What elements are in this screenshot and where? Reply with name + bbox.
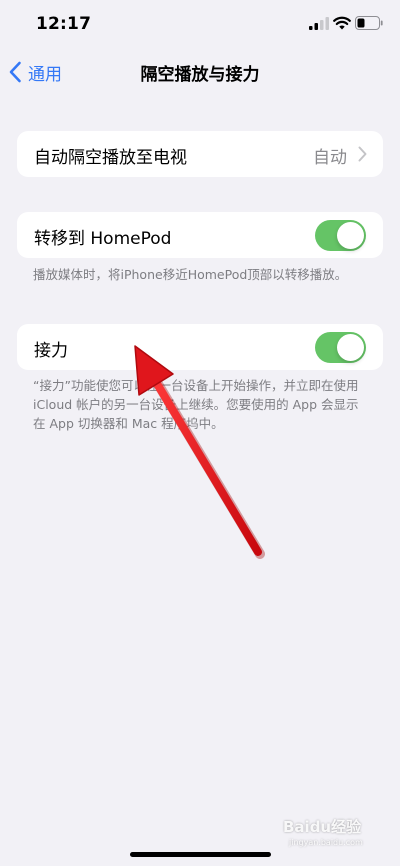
handoff-toggle[interactable] xyxy=(315,332,366,363)
airplay-tv-label: 自动隔空播放至电视 xyxy=(34,148,187,168)
handoff-label: 接力 xyxy=(34,341,68,361)
page-title: 隔空播放与接力 xyxy=(140,65,260,85)
wifi-icon xyxy=(333,16,351,30)
airplay-tv-value: 自动 xyxy=(313,148,347,168)
homepod-toggle[interactable] xyxy=(315,220,366,251)
watermark-subtext: jingyan.baidu.com xyxy=(289,838,363,847)
homepod-row: 转移到 HomePod xyxy=(17,212,383,258)
watermark-text: Baidu经验 xyxy=(283,818,362,836)
toggle-knob xyxy=(337,334,364,361)
status-bar: 12:17 xyxy=(0,0,400,50)
navigation-bar: 通用 隔空播放与接力 xyxy=(0,50,400,94)
handoff-row: 接力 xyxy=(17,324,383,370)
homepod-footnote: 播放媒体时，将iPhone移近HomePod顶部以转移播放。 xyxy=(33,267,348,282)
status-time: 12:17 xyxy=(36,14,92,34)
cellular-signal-icon xyxy=(309,17,329,30)
airplay-tv-row[interactable]: 自动隔空播放至电视 自动 xyxy=(17,131,383,177)
battery-icon xyxy=(355,16,383,30)
handoff-footnote: “接力”功能使您可以在一台设备上开始操作，并立即在使用 iCloud 帐户的另一… xyxy=(33,378,359,431)
homepod-label: 转移到 HomePod xyxy=(34,229,172,249)
toggle-knob xyxy=(337,222,364,249)
home-indicator xyxy=(130,852,271,857)
watermark: Baidu经验 jingyan.baidu.com xyxy=(283,816,388,852)
chevron-right-icon xyxy=(358,146,367,162)
annotation-arrow xyxy=(134,345,265,559)
